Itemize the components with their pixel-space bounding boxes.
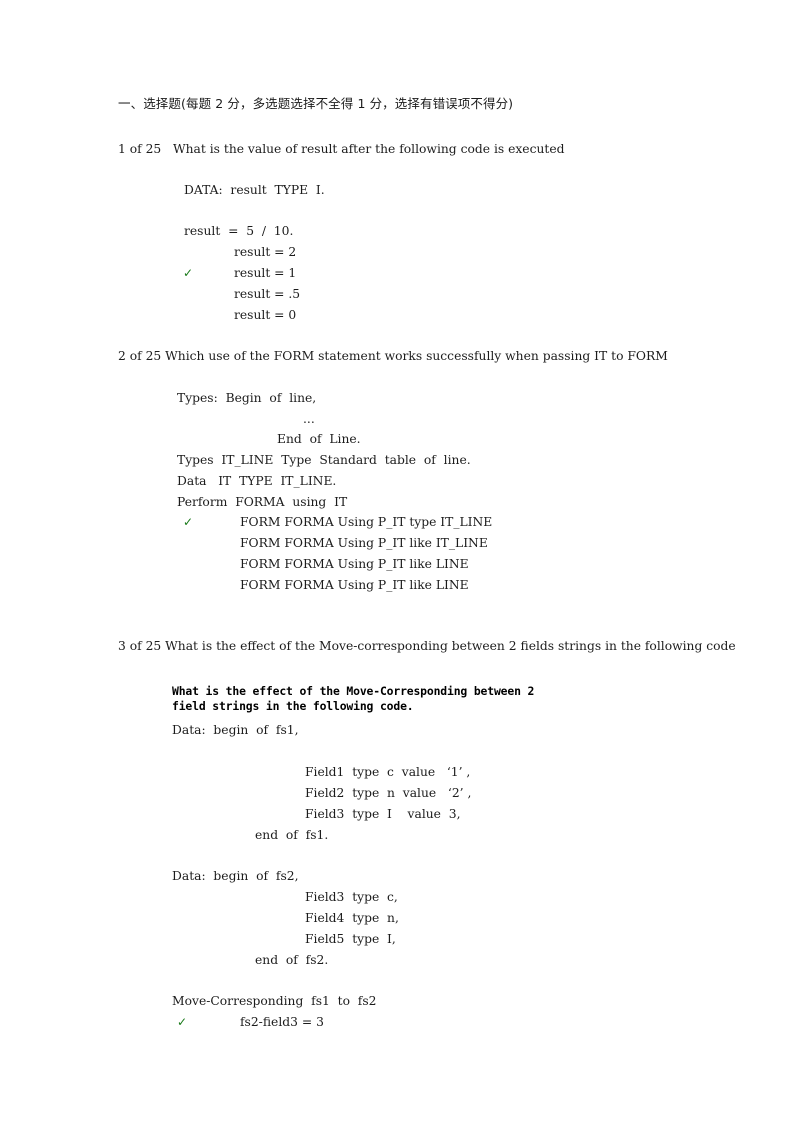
question-2-code-line-4: Types IT_LINE Type Standard table of lin… <box>177 453 471 467</box>
question-1-gap <box>161 142 173 156</box>
question-2-code-line-6: Perform FORMA using IT <box>177 495 348 509</box>
question-1-option-3[interactable]: result = .5 <box>234 284 300 305</box>
question-2-number: 2 of 25 <box>118 349 162 363</box>
question-3-number: 3 of 25 <box>118 639 162 653</box>
question-3-code-line-6: Data: begin of fs2, <box>172 869 299 883</box>
question-3-bold-insert-line-2: field strings in the following code. <box>172 699 414 713</box>
question-3-option-1-checkmark: ✓ <box>177 1015 188 1029</box>
document-page: 一、选择题(每题 2 分，多选题选择不全得 1 分，选择有错误项不得分) 1 o… <box>0 0 793 1122</box>
question-3-code-line-10: end of fs2. <box>255 953 329 967</box>
question-2-option-1-checkmark: ✓ <box>183 515 194 529</box>
question-2-prompt: Which use of the FORM statement works su… <box>165 349 668 363</box>
question-3-header: 3 of 25 What is the effect of the Move-c… <box>118 636 766 657</box>
question-3-code-line-3: Field2 type n value ‘2’ , <box>305 786 472 800</box>
question-3-code-line-9: Field5 type I, <box>305 932 396 946</box>
question-3-bold-insert-line-1: What is the effect of the Move-Correspon… <box>172 684 535 698</box>
question-1-option-4[interactable]: result = 0 <box>234 305 296 326</box>
question-1-header: 1 of 25 What is the value of result afte… <box>118 139 766 160</box>
question-2-code-line-3: End of Line. <box>277 432 361 446</box>
question-3-code-line-2: Field1 type c value ‘1’ , <box>305 765 471 779</box>
question-1-option-2[interactable]: result = 1 <box>234 263 296 284</box>
question-1-option-1[interactable]: result = 2 <box>234 242 296 263</box>
question-3-code-line-11: Move-Corresponding fs1 to fs2 <box>172 994 377 1008</box>
question-3-prompt: What is the effect of the Move-correspon… <box>165 639 736 653</box>
question-3-option-1[interactable]: fs2-field3 = 3 <box>240 1012 324 1033</box>
question-2-code-line-5: Data IT TYPE IT_LINE. <box>177 474 337 488</box>
question-2-code-line-2: ... <box>303 412 315 426</box>
section-heading: 一、选择题(每题 2 分，多选题选择不全得 1 分，选择有错误项不得分) <box>118 96 514 111</box>
question-1-code-line-2: result = 5 / 10. <box>184 224 294 238</box>
question-1-option-2-checkmark: ✓ <box>183 266 194 280</box>
question-3-code-line-5: end of fs1. <box>255 828 329 842</box>
question-3-code-line-4: Field3 type I value 3, <box>305 807 461 821</box>
question-2-option-1[interactable]: FORM FORMA Using P_IT type IT_LINE <box>240 512 492 533</box>
question-2-option-3[interactable]: FORM FORMA Using P_IT like LINE <box>240 554 469 575</box>
question-1-prompt: What is the value of result after the fo… <box>172 142 565 156</box>
question-2-code-line-1: Types: Begin of line, <box>177 391 317 405</box>
question-3-code-line-8: Field4 type n, <box>305 911 399 925</box>
question-2-option-2[interactable]: FORM FORMA Using P_IT like IT_LINE <box>240 533 488 554</box>
question-1-number: 1 of 25 <box>118 142 162 156</box>
question-2-header: 2 of 25 Which use of the FORM statement … <box>118 346 766 367</box>
question-1-code-line-1: DATA: result TYPE I. <box>184 183 325 197</box>
question-3-code-line-7: Field3 type c, <box>305 890 398 904</box>
question-2-option-4[interactable]: FORM FORMA Using P_IT like LINE <box>240 575 469 596</box>
question-3-code-line-1: Data: begin of fs1, <box>172 723 299 737</box>
